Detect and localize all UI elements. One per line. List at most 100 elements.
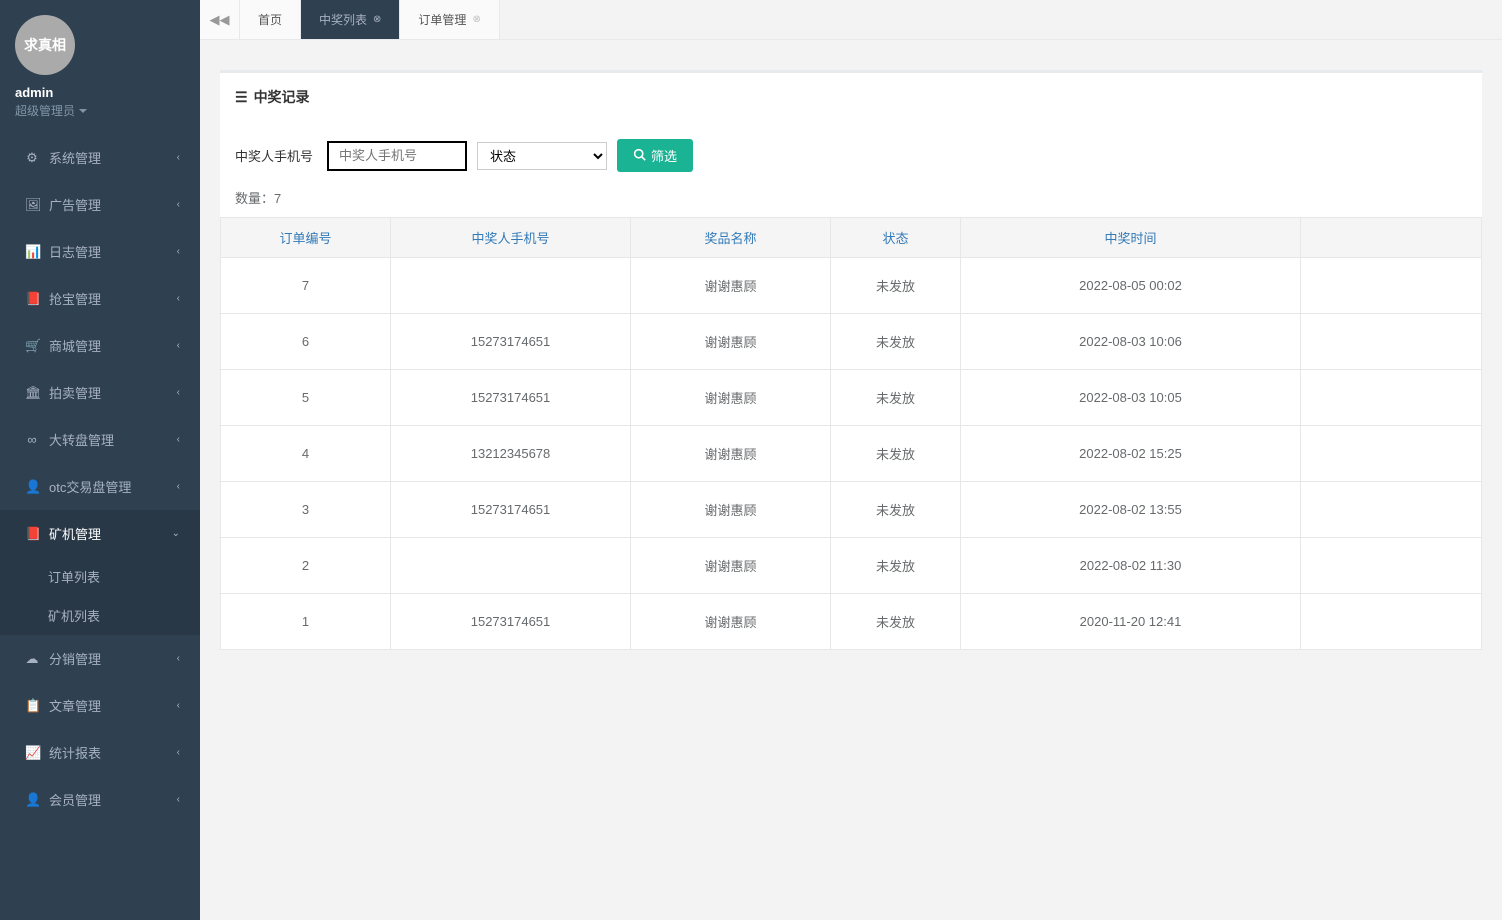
sidebar-item-7[interactable]: 👤 otc交易盘管理 ‹	[0, 463, 200, 510]
sidebar-item-11[interactable]: 📈 统计报表 ‹	[0, 729, 200, 776]
cell-status: 未发放	[831, 258, 961, 314]
search-icon	[633, 148, 646, 164]
cell-prize: 谢谢惠顾	[631, 314, 831, 370]
phone-filter-label: 中奖人手机号	[235, 146, 313, 165]
cell-phone: 15273174651	[391, 314, 631, 370]
cell-prize: 谢谢惠顾	[631, 594, 831, 650]
cell-actions	[1301, 594, 1482, 650]
count-row: 数量：7	[220, 182, 1482, 213]
cell-phone: 15273174651	[391, 370, 631, 426]
sidebar-item-label: 商城管理	[49, 336, 101, 355]
sidebar-item-6[interactable]: ∞ 大转盘管理 ‹	[0, 416, 200, 463]
table-header-0[interactable]: 订单编号	[221, 218, 391, 258]
nav-icon: 📈	[25, 745, 39, 761]
sidebar-item-0[interactable]: ⚙ 系统管理 ‹	[0, 134, 200, 181]
tab-label: 中奖列表	[319, 11, 367, 28]
cell-id: 5	[221, 370, 391, 426]
sidebar-item-10[interactable]: 📋 文章管理 ‹	[0, 682, 200, 729]
sidebar-item-5[interactable]: 🏛 拍卖管理 ‹	[0, 369, 200, 416]
tab-0[interactable]: 首页	[240, 0, 301, 39]
sub-nav-item-0[interactable]: 订单列表	[0, 557, 200, 596]
tab-2[interactable]: 订单管理⊗	[400, 0, 499, 39]
table-row: 615273174651谢谢惠顾未发放2022-08-03 10:06	[221, 314, 1482, 370]
cell-actions	[1301, 538, 1482, 594]
sidebar-item-12[interactable]: 👤 会员管理 ‹	[0, 776, 200, 823]
tabs-scroll-left[interactable]: ◀◀	[200, 0, 240, 39]
table-header-4[interactable]: 中奖时间	[961, 218, 1301, 258]
cell-status: 未发放	[831, 426, 961, 482]
sidebar-item-1[interactable]: 🖼 广告管理 ‹	[0, 181, 200, 228]
close-icon[interactable]: ⊗	[472, 14, 480, 25]
cell-prize: 谢谢惠顾	[631, 426, 831, 482]
content-area: ☰ 中奖记录 中奖人手机号 状态 筛选	[200, 40, 1502, 920]
chevron-left-icon: ‹	[177, 152, 180, 163]
sidebar: 求真相 admin 超级管理员 ⚙ 系统管理 ‹ 🖼 广告管理 ‹ 📊 日志管理…	[0, 0, 200, 920]
table-header-3[interactable]: 状态	[831, 218, 961, 258]
sidebar-item-label: 拍卖管理	[49, 383, 101, 402]
data-table: 订单编号中奖人手机号奖品名称状态中奖时间 7谢谢惠顾未发放2022-08-05 …	[220, 217, 1482, 650]
tab-label: 首页	[258, 11, 282, 28]
cell-status: 未发放	[831, 594, 961, 650]
nav-icon: 🖼	[25, 197, 39, 213]
table-header-5[interactable]	[1301, 218, 1482, 258]
nav-icon: 👤	[25, 479, 39, 495]
cell-actions	[1301, 482, 1482, 538]
sidebar-item-4[interactable]: 🛒 商城管理 ‹	[0, 322, 200, 369]
cell-time: 2022-08-03 10:05	[961, 370, 1301, 426]
username: admin	[15, 85, 185, 100]
table-header-1[interactable]: 中奖人手机号	[391, 218, 631, 258]
cell-phone	[391, 538, 631, 594]
sidebar-item-label: 日志管理	[49, 242, 101, 261]
chevron-left-icon: ‹	[177, 387, 180, 398]
sidebar-item-label: 会员管理	[49, 790, 101, 809]
close-icon[interactable]: ⊗	[373, 14, 381, 25]
cell-id: 2	[221, 538, 391, 594]
cell-prize: 谢谢惠顾	[631, 258, 831, 314]
phone-input[interactable]	[327, 141, 467, 171]
chevron-left-icon: ‹	[177, 700, 180, 711]
chevron-left-icon: ‹	[177, 653, 180, 664]
filter-button[interactable]: 筛选	[617, 139, 693, 172]
status-select[interactable]: 状态	[477, 142, 607, 170]
double-chevron-left-icon: ◀◀	[210, 12, 230, 28]
sub-nav-item-1[interactable]: 矿机列表	[0, 596, 200, 635]
cell-actions	[1301, 426, 1482, 482]
nav-icon: ⚙	[25, 150, 39, 166]
sidebar-item-3[interactable]: 📕 抢宝管理 ‹	[0, 275, 200, 322]
sidebar-item-label: 大转盘管理	[49, 430, 114, 449]
sidebar-item-9[interactable]: ☁ 分销管理 ‹	[0, 635, 200, 682]
table-header-2[interactable]: 奖品名称	[631, 218, 831, 258]
chevron-left-icon: ‹	[177, 293, 180, 304]
cell-actions	[1301, 314, 1482, 370]
avatar: 求真相	[15, 15, 75, 75]
cell-id: 7	[221, 258, 391, 314]
profile: 求真相 admin 超级管理员	[0, 0, 200, 134]
tab-1[interactable]: 中奖列表 ⊗	[301, 0, 400, 39]
count-value: 7	[274, 191, 281, 206]
cell-actions	[1301, 258, 1482, 314]
nav-icon: 🏛	[25, 385, 39, 401]
cell-status: 未发放	[831, 538, 961, 594]
role-label: 超级管理员	[15, 102, 75, 119]
role-dropdown[interactable]: 超级管理员	[15, 102, 185, 119]
chevron-left-icon: ‹	[177, 246, 180, 257]
filter-button-label: 筛选	[651, 146, 677, 165]
caret-down-icon	[79, 109, 87, 113]
sidebar-item-label: otc交易盘管理	[49, 477, 131, 496]
panel: ☰ 中奖记录 中奖人手机号 状态 筛选	[220, 70, 1482, 650]
cell-time: 2022-08-02 15:25	[961, 426, 1301, 482]
cell-phone	[391, 258, 631, 314]
cell-time: 2022-08-02 11:30	[961, 538, 1301, 594]
cell-time: 2022-08-05 00:02	[961, 258, 1301, 314]
cell-id: 1	[221, 594, 391, 650]
cell-phone: 13212345678	[391, 426, 631, 482]
table-row: 115273174651谢谢惠顾未发放2020-11-20 12:41	[221, 594, 1482, 650]
nav-icon: 👤	[25, 792, 39, 808]
main: ◀◀ 首页中奖列表⊗订单管理⊗ ☰ 中奖记录 中奖人手机号 状态	[200, 0, 1502, 920]
sidebar-item-8[interactable]: 📕 矿机管理 ⌄	[0, 510, 200, 557]
sidebar-item-2[interactable]: 📊 日志管理 ‹	[0, 228, 200, 275]
sidebar-item-label: 矿机管理	[49, 524, 101, 543]
cell-id: 4	[221, 426, 391, 482]
sidebar-item-label: 统计报表	[49, 743, 101, 762]
chevron-left-icon: ‹	[177, 434, 180, 445]
